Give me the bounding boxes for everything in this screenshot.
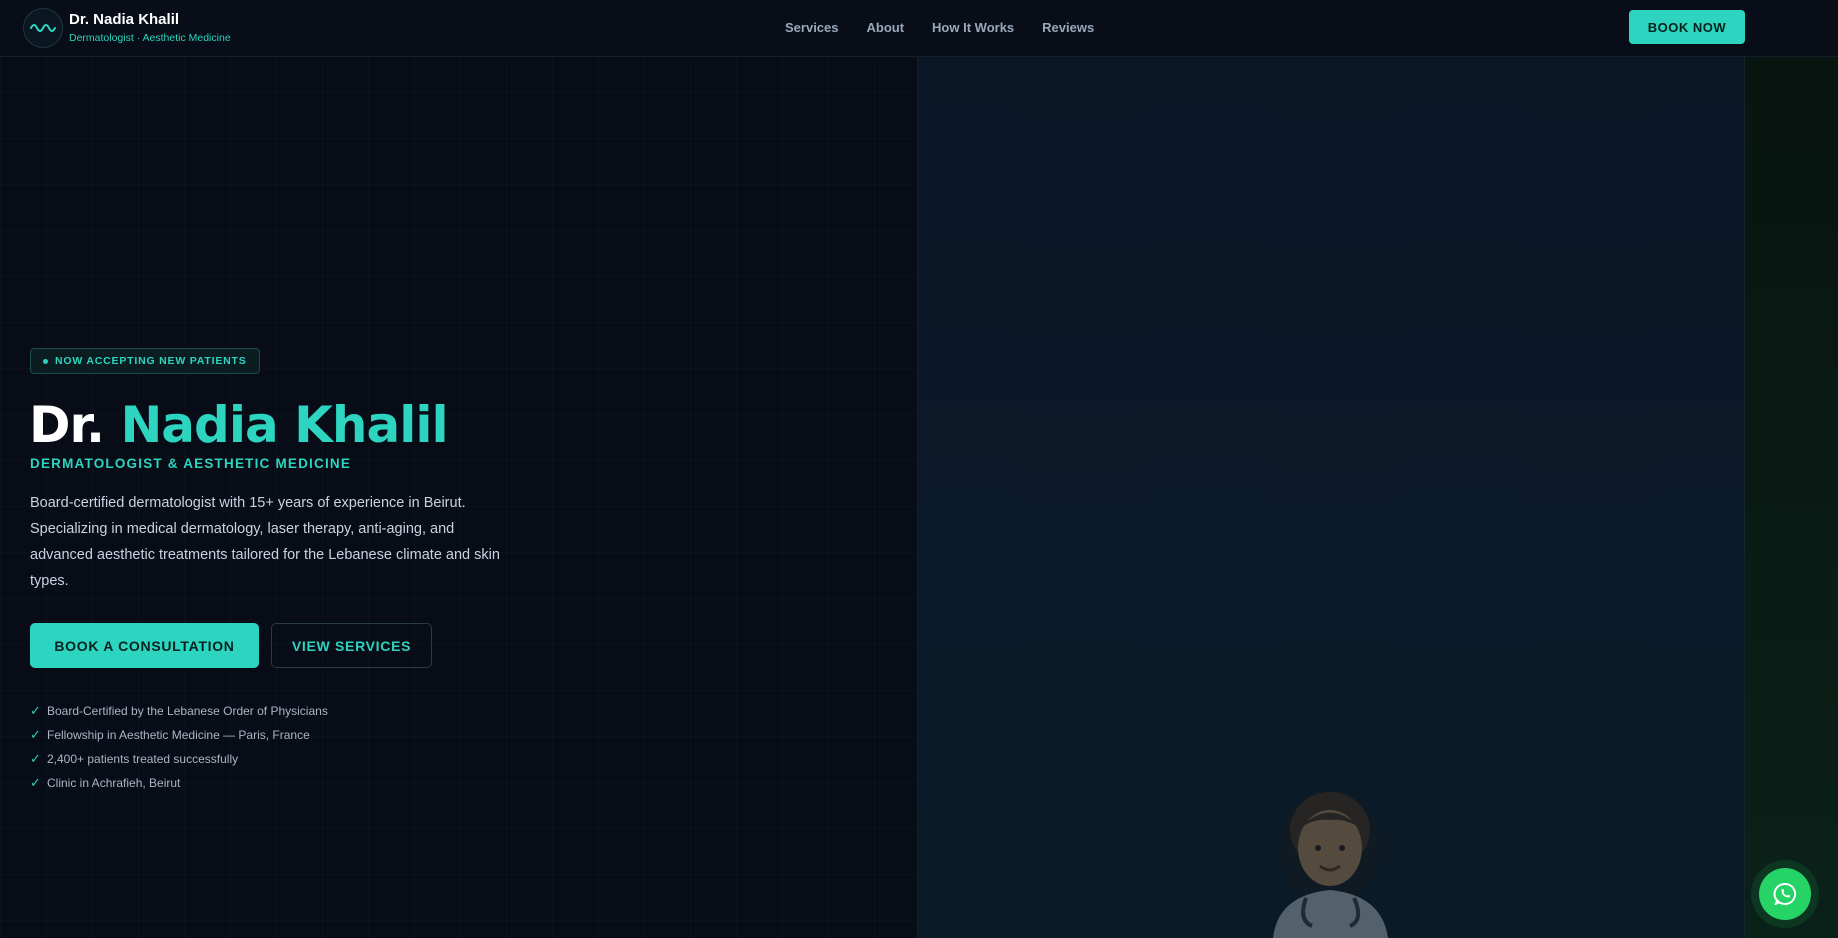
credential-text: Board-Certified by the Lebanese Order of… [47, 704, 328, 718]
main-nav: Services About How It Works Reviews [785, 20, 1094, 35]
brand[interactable]: Dr. Nadia Khalil Dermatologist · Aesthet… [23, 8, 231, 48]
nav-link-reviews[interactable]: Reviews [1042, 20, 1094, 35]
page-title: Dr. Nadia Khalil [29, 395, 449, 455]
status-badge: NOW ACCEPTING NEW PATIENTS [30, 348, 260, 374]
book-now-button[interactable]: BOOK NOW [1629, 10, 1745, 44]
credentials-list: ✓ Board-Certified by the Lebanese Order … [30, 699, 328, 795]
doctor-emoji-icon [1273, 790, 1388, 938]
badge-label: NOW ACCEPTING NEW PATIENTS [55, 355, 247, 367]
book-consultation-button[interactable]: BOOK A CONSULTATION [30, 623, 259, 668]
check-icon: ✓ [30, 775, 41, 790]
credential-text: Clinic in Achrafieh, Beirut [47, 776, 181, 790]
check-icon: ✓ [30, 727, 41, 742]
list-item: ✓ Clinic in Achrafieh, Beirut [30, 771, 328, 795]
site-header: Dr. Nadia Khalil Dermatologist · Aesthet… [0, 0, 1838, 57]
hero-subtitle: DERMATOLOGIST & AESTHETIC MEDICINE [30, 456, 352, 471]
check-icon: ✓ [30, 703, 41, 718]
view-services-button[interactable]: VIEW SERVICES [271, 623, 432, 668]
right-edge-panel [1745, 57, 1838, 938]
nav-link-how-it-works[interactable]: How It Works [932, 20, 1014, 35]
whatsapp-icon [1759, 868, 1811, 920]
hero-description: Board-certified dermatologist with 15+ y… [30, 495, 500, 589]
list-item: ✓ Board-Certified by the Lebanese Order … [30, 699, 328, 723]
nav-link-services[interactable]: Services [785, 20, 839, 35]
wave-icon [23, 8, 63, 48]
nav-link-about[interactable]: About [867, 20, 905, 35]
status-dot-icon [43, 358, 48, 364]
list-item: ✓ 2,400+ patients treated successfully [30, 747, 328, 771]
title-name: Nadia Khalil [120, 396, 448, 454]
brand-tagline: Dermatologist · Aesthetic Medicine [69, 32, 231, 44]
check-icon: ✓ [30, 751, 41, 766]
credential-text: Fellowship in Aesthetic Medicine — Paris… [47, 728, 310, 742]
list-item: ✓ Fellowship in Aesthetic Medicine — Par… [30, 723, 328, 747]
brand-name: Dr. Nadia Khalil [69, 11, 180, 28]
credential-text: 2,400+ patients treated successfully [47, 752, 239, 766]
whatsapp-button[interactable] [1751, 860, 1819, 928]
title-prefix: Dr. [29, 396, 105, 454]
